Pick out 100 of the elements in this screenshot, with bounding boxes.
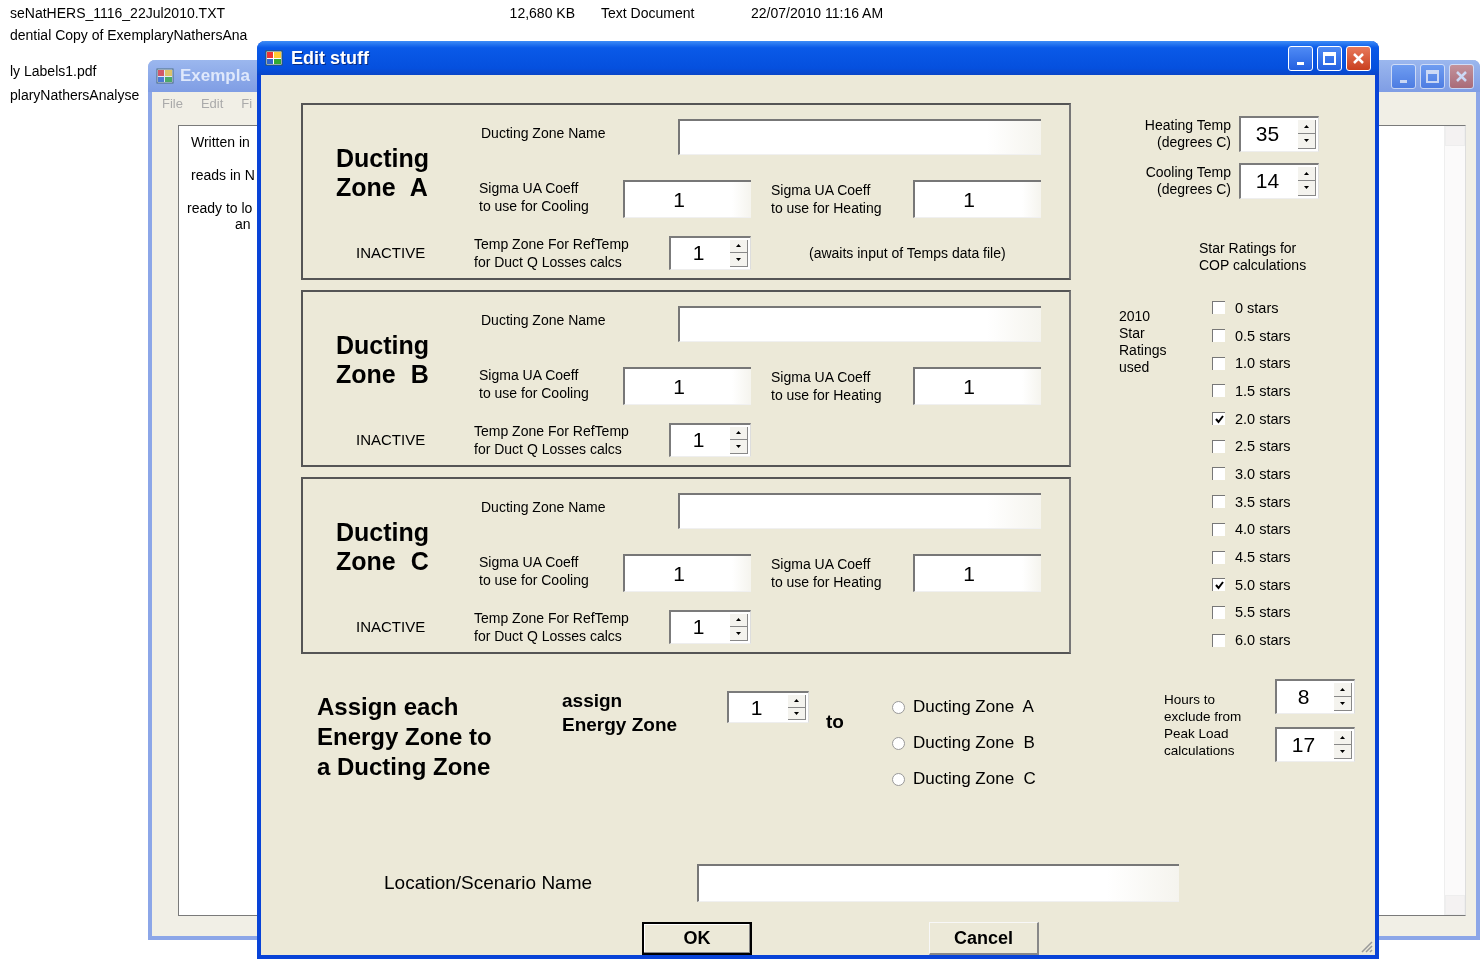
checkbox[interactable] [1212,356,1225,370]
spin-box[interactable]: 1 [669,609,751,644]
text-field[interactable]: 1 [623,367,751,405]
spin-box[interactable]: 8 [1275,679,1355,714]
maximize-button[interactable] [1420,63,1445,89]
file-date: 22/07/2010 11:16 AM [751,5,885,21]
minimize-button[interactable] [1288,45,1313,71]
checkbox-label[interactable]: 5.0 stars [1235,576,1291,593]
field-label: Location/Scenario Name [384,872,594,894]
spin-down-button[interactable] [1334,697,1352,711]
spin-up-button[interactable] [730,426,748,440]
zone-title: Ducting Zone C [336,518,431,576]
checkbox[interactable] [1212,495,1225,509]
text-field[interactable]: 1 [913,554,1041,592]
down-arrow-icon [1304,186,1309,190]
radio-label[interactable]: Ducting Zone A [913,697,1034,717]
checkbox[interactable] [1212,633,1225,647]
spin-down-button[interactable] [730,440,748,454]
spin-box[interactable]: 1 [669,422,751,457]
spin-box[interactable]: 14 [1239,162,1319,199]
spin-up-button[interactable] [1298,166,1316,181]
close-button[interactable] [1346,45,1371,71]
down-arrow-icon [1304,139,1309,143]
up-arrow-icon [1340,736,1345,739]
text-field[interactable]: 1 [623,180,751,218]
checkbox[interactable] [1212,578,1225,592]
text-field[interactable]: 1 [913,367,1041,405]
spin-up-button[interactable] [730,613,748,627]
checkbox-label[interactable]: 2.0 stars [1235,410,1291,427]
checkbox[interactable] [1212,605,1225,619]
text-field[interactable] [678,119,1041,155]
dialog-button[interactable]: Cancel [929,922,1039,955]
checkbox-label[interactable]: 3.5 stars [1235,493,1291,510]
radio-button[interactable] [892,772,905,786]
text-field[interactable] [697,864,1179,902]
dialog-button[interactable]: OK [642,922,752,955]
zone-title: Ducting Zone B [336,331,431,389]
spin-box[interactable]: 1 [669,235,751,270]
spin-up-button[interactable] [788,695,806,708]
checkbox[interactable] [1212,522,1225,536]
note-text: (awaits input of Temps data file) [809,243,1007,262]
spin-up-button[interactable] [1334,731,1352,745]
field-label: to [826,711,845,733]
window-title: Exempla [180,66,251,86]
text-field[interactable]: 1 [623,554,751,592]
radio-label[interactable]: Ducting Zone B [913,733,1035,753]
spin-box[interactable]: 35 [1239,115,1319,152]
up-arrow-icon [736,431,741,435]
spin-up-button[interactable] [1334,683,1352,697]
checkbox-label[interactable]: 6.0 stars [1235,632,1291,649]
down-arrow-icon [736,444,741,448]
maximize-button[interactable] [1317,45,1342,71]
up-arrow-icon [794,699,799,703]
spin-up-button[interactable] [1298,119,1316,134]
checkbox[interactable] [1212,384,1225,398]
checkbox[interactable] [1212,412,1225,426]
checkbox[interactable] [1212,467,1225,481]
radio-label[interactable]: Ducting Zone C [913,769,1036,789]
checkbox-label[interactable]: 0 stars [1235,299,1279,316]
spin-up-button[interactable] [730,239,748,253]
minimize-button[interactable] [1391,63,1416,89]
field-label: Hours to exclude from Peak Load calculations [1164,691,1243,759]
scrollbar[interactable] [1444,126,1465,915]
spin-down-button[interactable] [1298,134,1316,149]
down-arrow-icon [1340,702,1345,705]
radio-button[interactable] [892,736,905,750]
close-icon [1456,70,1467,82]
checkbox-label[interactable]: 4.5 stars [1235,549,1291,566]
note-text: 2010 Star Ratings used [1119,308,1168,377]
text-field[interactable] [678,306,1041,342]
text-field[interactable] [678,493,1041,529]
text-field[interactable]: 1 [913,180,1041,218]
checkbox-label[interactable]: 5.5 stars [1235,604,1291,621]
checkbox[interactable] [1212,550,1225,564]
spin-down-button[interactable] [1334,745,1352,759]
checkbox-label[interactable]: 1.5 stars [1235,382,1291,399]
spin-down-button[interactable] [730,253,748,267]
spin-box[interactable]: 1 [727,691,809,723]
field-label: Cooling Temp (degrees C) [1144,163,1231,198]
checkbox-label[interactable]: 2.5 stars [1235,438,1291,455]
checkbox[interactable] [1212,301,1225,315]
file-name[interactable]: dential Copy of ExemplaryNathersAna [10,27,490,43]
spin-box[interactable]: 17 [1275,727,1355,762]
window-icon [156,68,174,84]
close-button[interactable] [1449,63,1474,89]
file-name[interactable]: seNatHERS_1116_22Jul2010.TXT [10,5,490,21]
log-text: an [235,216,251,232]
spin-down-button[interactable] [1298,181,1316,196]
checkbox[interactable] [1212,329,1225,343]
checkbox-label[interactable]: 3.0 stars [1235,465,1291,482]
resize-grip-icon[interactable] [1359,939,1373,953]
checkbox-label[interactable]: 1.0 stars [1235,355,1291,372]
maximize-icon [1323,51,1336,65]
radio-button[interactable] [892,700,905,714]
close-icon [1353,52,1364,64]
checkbox-label[interactable]: 4.0 stars [1235,521,1291,538]
checkbox-label[interactable]: 0.5 stars [1235,327,1291,344]
checkbox[interactable] [1212,439,1225,453]
field-label: Heating Temp (degrees C) [1143,116,1231,151]
spin-down-button[interactable] [730,627,748,641]
